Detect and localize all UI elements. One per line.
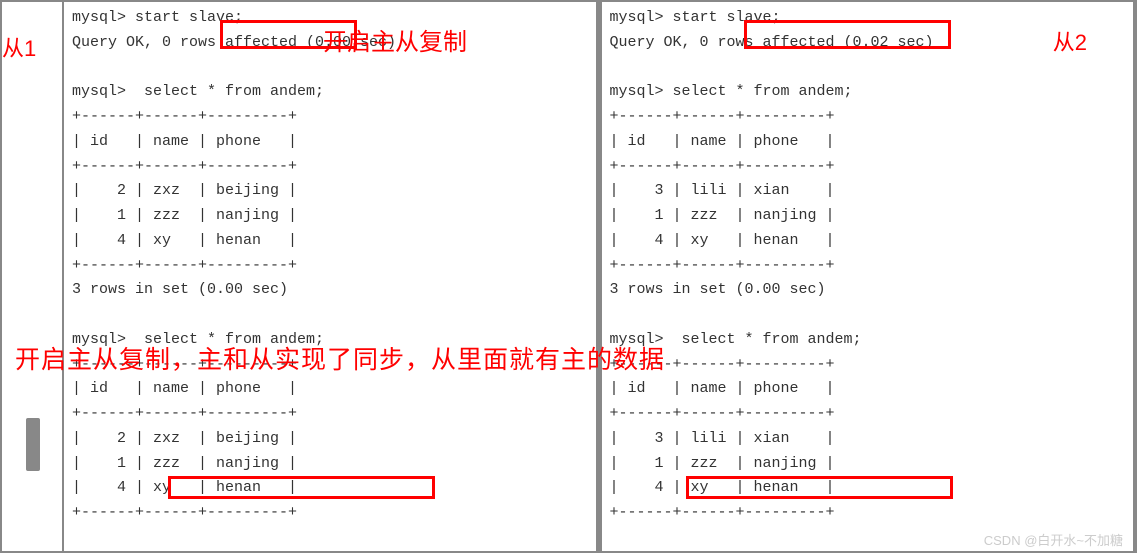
highlight-synced-row-right xyxy=(686,476,953,499)
table-border: +------+------+---------+ xyxy=(610,504,835,521)
table-row: | 1 | zzz | nanjing | xyxy=(610,455,835,472)
table-row: | 4 | xy | henan | xyxy=(610,232,835,249)
table-border: +------+------+---------+ xyxy=(72,257,297,274)
dual-terminal-container: mysql> start slave; Query OK, 0 rows aff… xyxy=(0,0,1137,553)
table-row: | 1 | zzz | nanjing | xyxy=(72,207,297,224)
table-row: | 1 | zzz | nanjing | xyxy=(72,455,297,472)
table-border: +------+------+---------+ xyxy=(72,504,297,521)
table-row: | 4 | xy | henan | xyxy=(72,232,297,249)
table-border: +------+------+---------+ xyxy=(72,108,297,125)
table-border: +------+------+---------+ xyxy=(610,405,835,422)
cmd-line: mysql> start slave; xyxy=(72,9,243,26)
middle-annotation: 开启主从复制，主和从实现了同步，从里面就有主的数据 xyxy=(15,340,1127,376)
cmd-line: mysql> select * from andem; xyxy=(610,83,853,100)
response-line: 3 rows in set (0.00 sec) xyxy=(72,281,288,298)
table-row: | 3 | lili | xian | xyxy=(610,182,835,199)
table-header: | id | name | phone | xyxy=(610,133,835,150)
table-border: +------+------+---------+ xyxy=(72,405,297,422)
table-row: | 2 | zxz | beijing | xyxy=(72,182,297,199)
cmd-line: mysql> select * from andem; xyxy=(72,83,324,100)
terminal-output-right: mysql> start slave; Query OK, 0 rows aff… xyxy=(610,6,1126,526)
terminal-pane-right[interactable]: mysql> start slave; Query OK, 0 rows aff… xyxy=(600,2,1136,551)
table-border: +------+------+---------+ xyxy=(610,158,835,175)
slave1-label: 从1 xyxy=(2,31,36,63)
response-line: 3 rows in set (0.00 sec) xyxy=(610,281,826,298)
table-row: | 3 | lili | xian | xyxy=(610,430,835,447)
highlight-start-slave-right xyxy=(744,20,951,49)
table-border: +------+------+---------+ xyxy=(610,257,835,274)
table-border: +------+------+---------+ xyxy=(610,108,835,125)
slave2-label: 从2 xyxy=(1053,25,1087,57)
highlight-synced-row-left xyxy=(168,476,435,499)
table-header: | id | name | phone | xyxy=(72,133,297,150)
table-header: | id | name | phone | xyxy=(72,380,297,397)
table-border: +------+------+---------+ xyxy=(72,158,297,175)
table-row: | 1 | zzz | nanjing | xyxy=(610,207,835,224)
table-row: | 2 | zxz | beijing | xyxy=(72,430,297,447)
terminal-pane-left[interactable]: mysql> start slave; Query OK, 0 rows aff… xyxy=(62,2,598,551)
table-header: | id | name | phone | xyxy=(610,380,835,397)
terminal-output-left: mysql> start slave; Query OK, 0 rows aff… xyxy=(72,6,588,526)
header-annotation: 开启主从复制 xyxy=(323,22,467,57)
watermark: CSDN @白开水~不加糖 xyxy=(984,530,1123,549)
